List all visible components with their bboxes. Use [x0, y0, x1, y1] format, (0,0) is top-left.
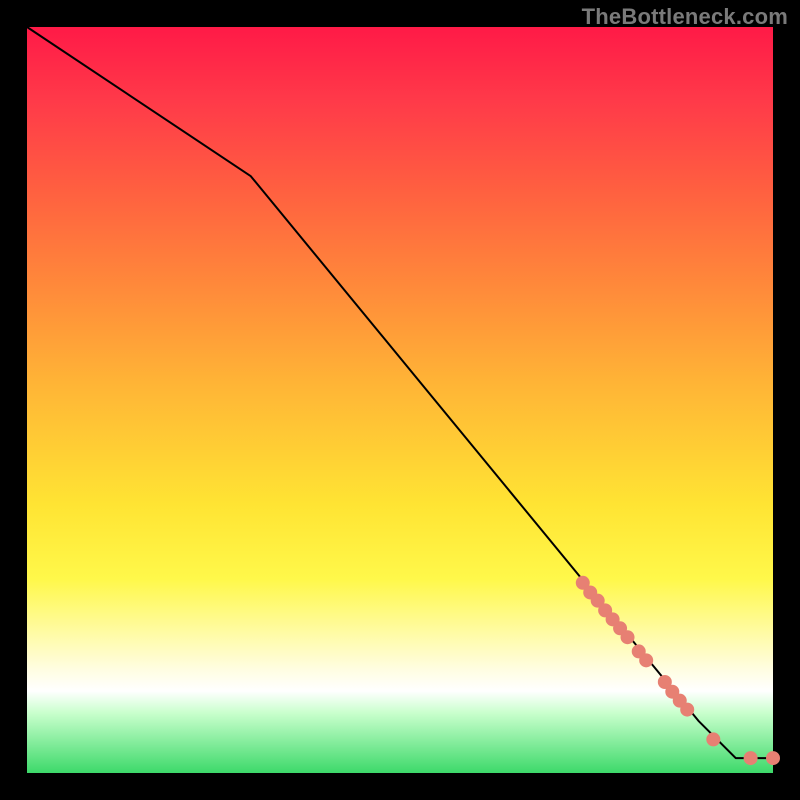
- sample-point: [681, 703, 694, 716]
- sample-point: [767, 752, 780, 765]
- chart-frame: TheBottleneck.com: [0, 0, 800, 800]
- bottleneck-curve: [27, 27, 773, 758]
- sample-point: [621, 631, 634, 644]
- plot-area: [27, 27, 773, 773]
- plot-svg: [27, 27, 773, 773]
- sample-point: [707, 733, 720, 746]
- watermark-text: TheBottleneck.com: [582, 4, 788, 30]
- sample-point: [744, 752, 757, 765]
- sample-point: [640, 654, 653, 667]
